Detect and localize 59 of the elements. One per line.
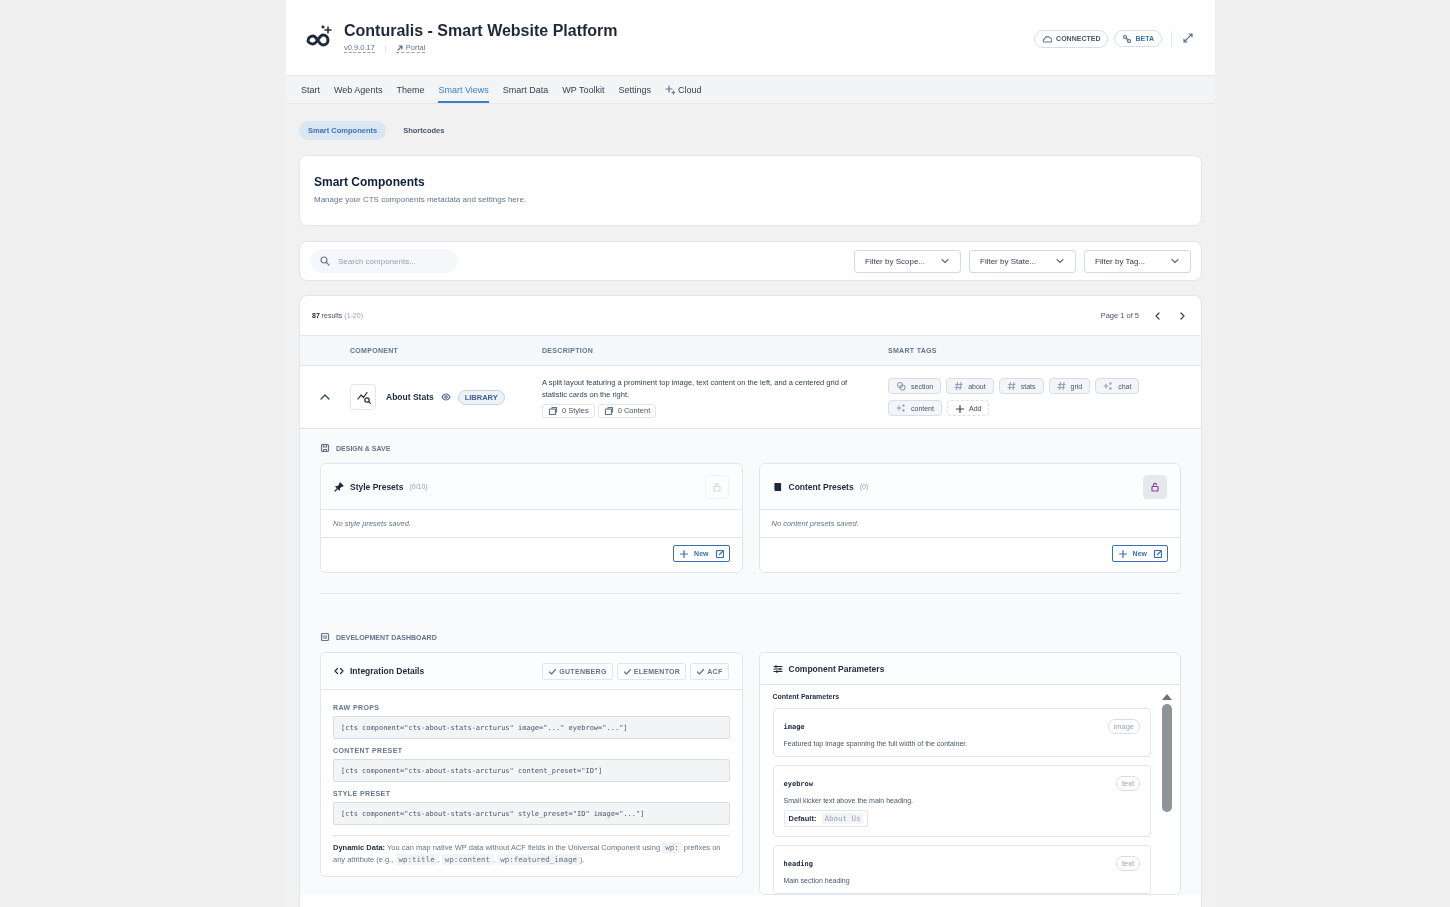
plus-icon bbox=[1117, 549, 1127, 558]
nav-tab[interactable]: Theme bbox=[396, 76, 425, 103]
nav-tab[interactable]: Smart Views bbox=[438, 76, 489, 103]
pin-icon bbox=[334, 481, 344, 492]
chevron-down-icon bbox=[940, 256, 950, 266]
nav-tab[interactable]: Cloud bbox=[665, 76, 702, 103]
code-icon bbox=[334, 666, 344, 676]
save-icon bbox=[320, 443, 330, 453]
nav-tab[interactable]: Settings bbox=[618, 76, 651, 103]
search-field[interactable]: Search components... bbox=[310, 249, 458, 273]
hash-icon bbox=[1056, 381, 1066, 391]
component-name[interactable]: About Stats bbox=[386, 392, 434, 402]
cloud-icon bbox=[1042, 33, 1053, 44]
external-icon bbox=[714, 549, 724, 558]
filter-dropdown[interactable]: Filter by Tag... bbox=[1084, 249, 1191, 273]
chevron-up-icon bbox=[319, 392, 331, 402]
card-title: Component Parameters bbox=[788, 663, 885, 674]
page-title: Smart Components bbox=[314, 175, 426, 189]
check-icon bbox=[548, 666, 558, 676]
app-title: Conturalis - Smart Website Platform bbox=[344, 22, 619, 40]
chart-search-icon bbox=[355, 389, 371, 405]
sparkle-icon bbox=[1103, 381, 1114, 391]
expand-icon bbox=[1183, 33, 1193, 43]
chevron-down-icon bbox=[1170, 256, 1180, 266]
scrollbar-thumb[interactable] bbox=[1162, 704, 1172, 812]
sparkle-icon bbox=[896, 403, 906, 413]
book-icon bbox=[772, 481, 783, 492]
lock-icon bbox=[711, 481, 722, 492]
filter-dropdown[interactable]: Filter by Scope... bbox=[854, 249, 961, 273]
preset-title: Content Presets bbox=[788, 481, 854, 492]
dashboard-icon bbox=[320, 632, 330, 642]
filter-dropdown[interactable]: Filter by State... bbox=[969, 249, 1076, 273]
scroll-up-icon bbox=[1161, 693, 1173, 701]
link-icon bbox=[395, 43, 404, 52]
box-icon bbox=[548, 405, 558, 416]
plus-icon bbox=[679, 549, 689, 558]
nav-tab[interactable]: Web Agents bbox=[334, 76, 383, 103]
lock-icon bbox=[1150, 481, 1160, 492]
nav-tab[interactable]: Smart Data bbox=[502, 76, 549, 103]
plus-icon bbox=[954, 403, 964, 413]
preset-title: Style Presets bbox=[350, 481, 404, 492]
sparkle-icon bbox=[665, 84, 675, 95]
page-subtitle: Manage your CTS components metadata and settings here. bbox=[314, 195, 528, 204]
circles-icon bbox=[896, 381, 906, 391]
sliders-icon bbox=[772, 663, 783, 674]
chevron-down-icon bbox=[1055, 256, 1065, 266]
card-title: Integration Details bbox=[350, 666, 425, 676]
eye-icon bbox=[440, 392, 451, 402]
external-icon bbox=[1153, 549, 1162, 558]
nav-tab[interactable]: Start bbox=[301, 76, 320, 103]
box-icon bbox=[603, 405, 614, 416]
nav-tab[interactable]: WP Toolkit bbox=[562, 76, 605, 103]
lock-button[interactable] bbox=[1143, 474, 1167, 499]
hash-icon bbox=[954, 381, 964, 391]
check-icon bbox=[622, 666, 632, 676]
nodes-icon bbox=[1122, 34, 1132, 43]
expand-toggle[interactable] bbox=[319, 392, 331, 402]
hash-icon bbox=[1006, 381, 1016, 391]
check-icon bbox=[696, 666, 706, 676]
